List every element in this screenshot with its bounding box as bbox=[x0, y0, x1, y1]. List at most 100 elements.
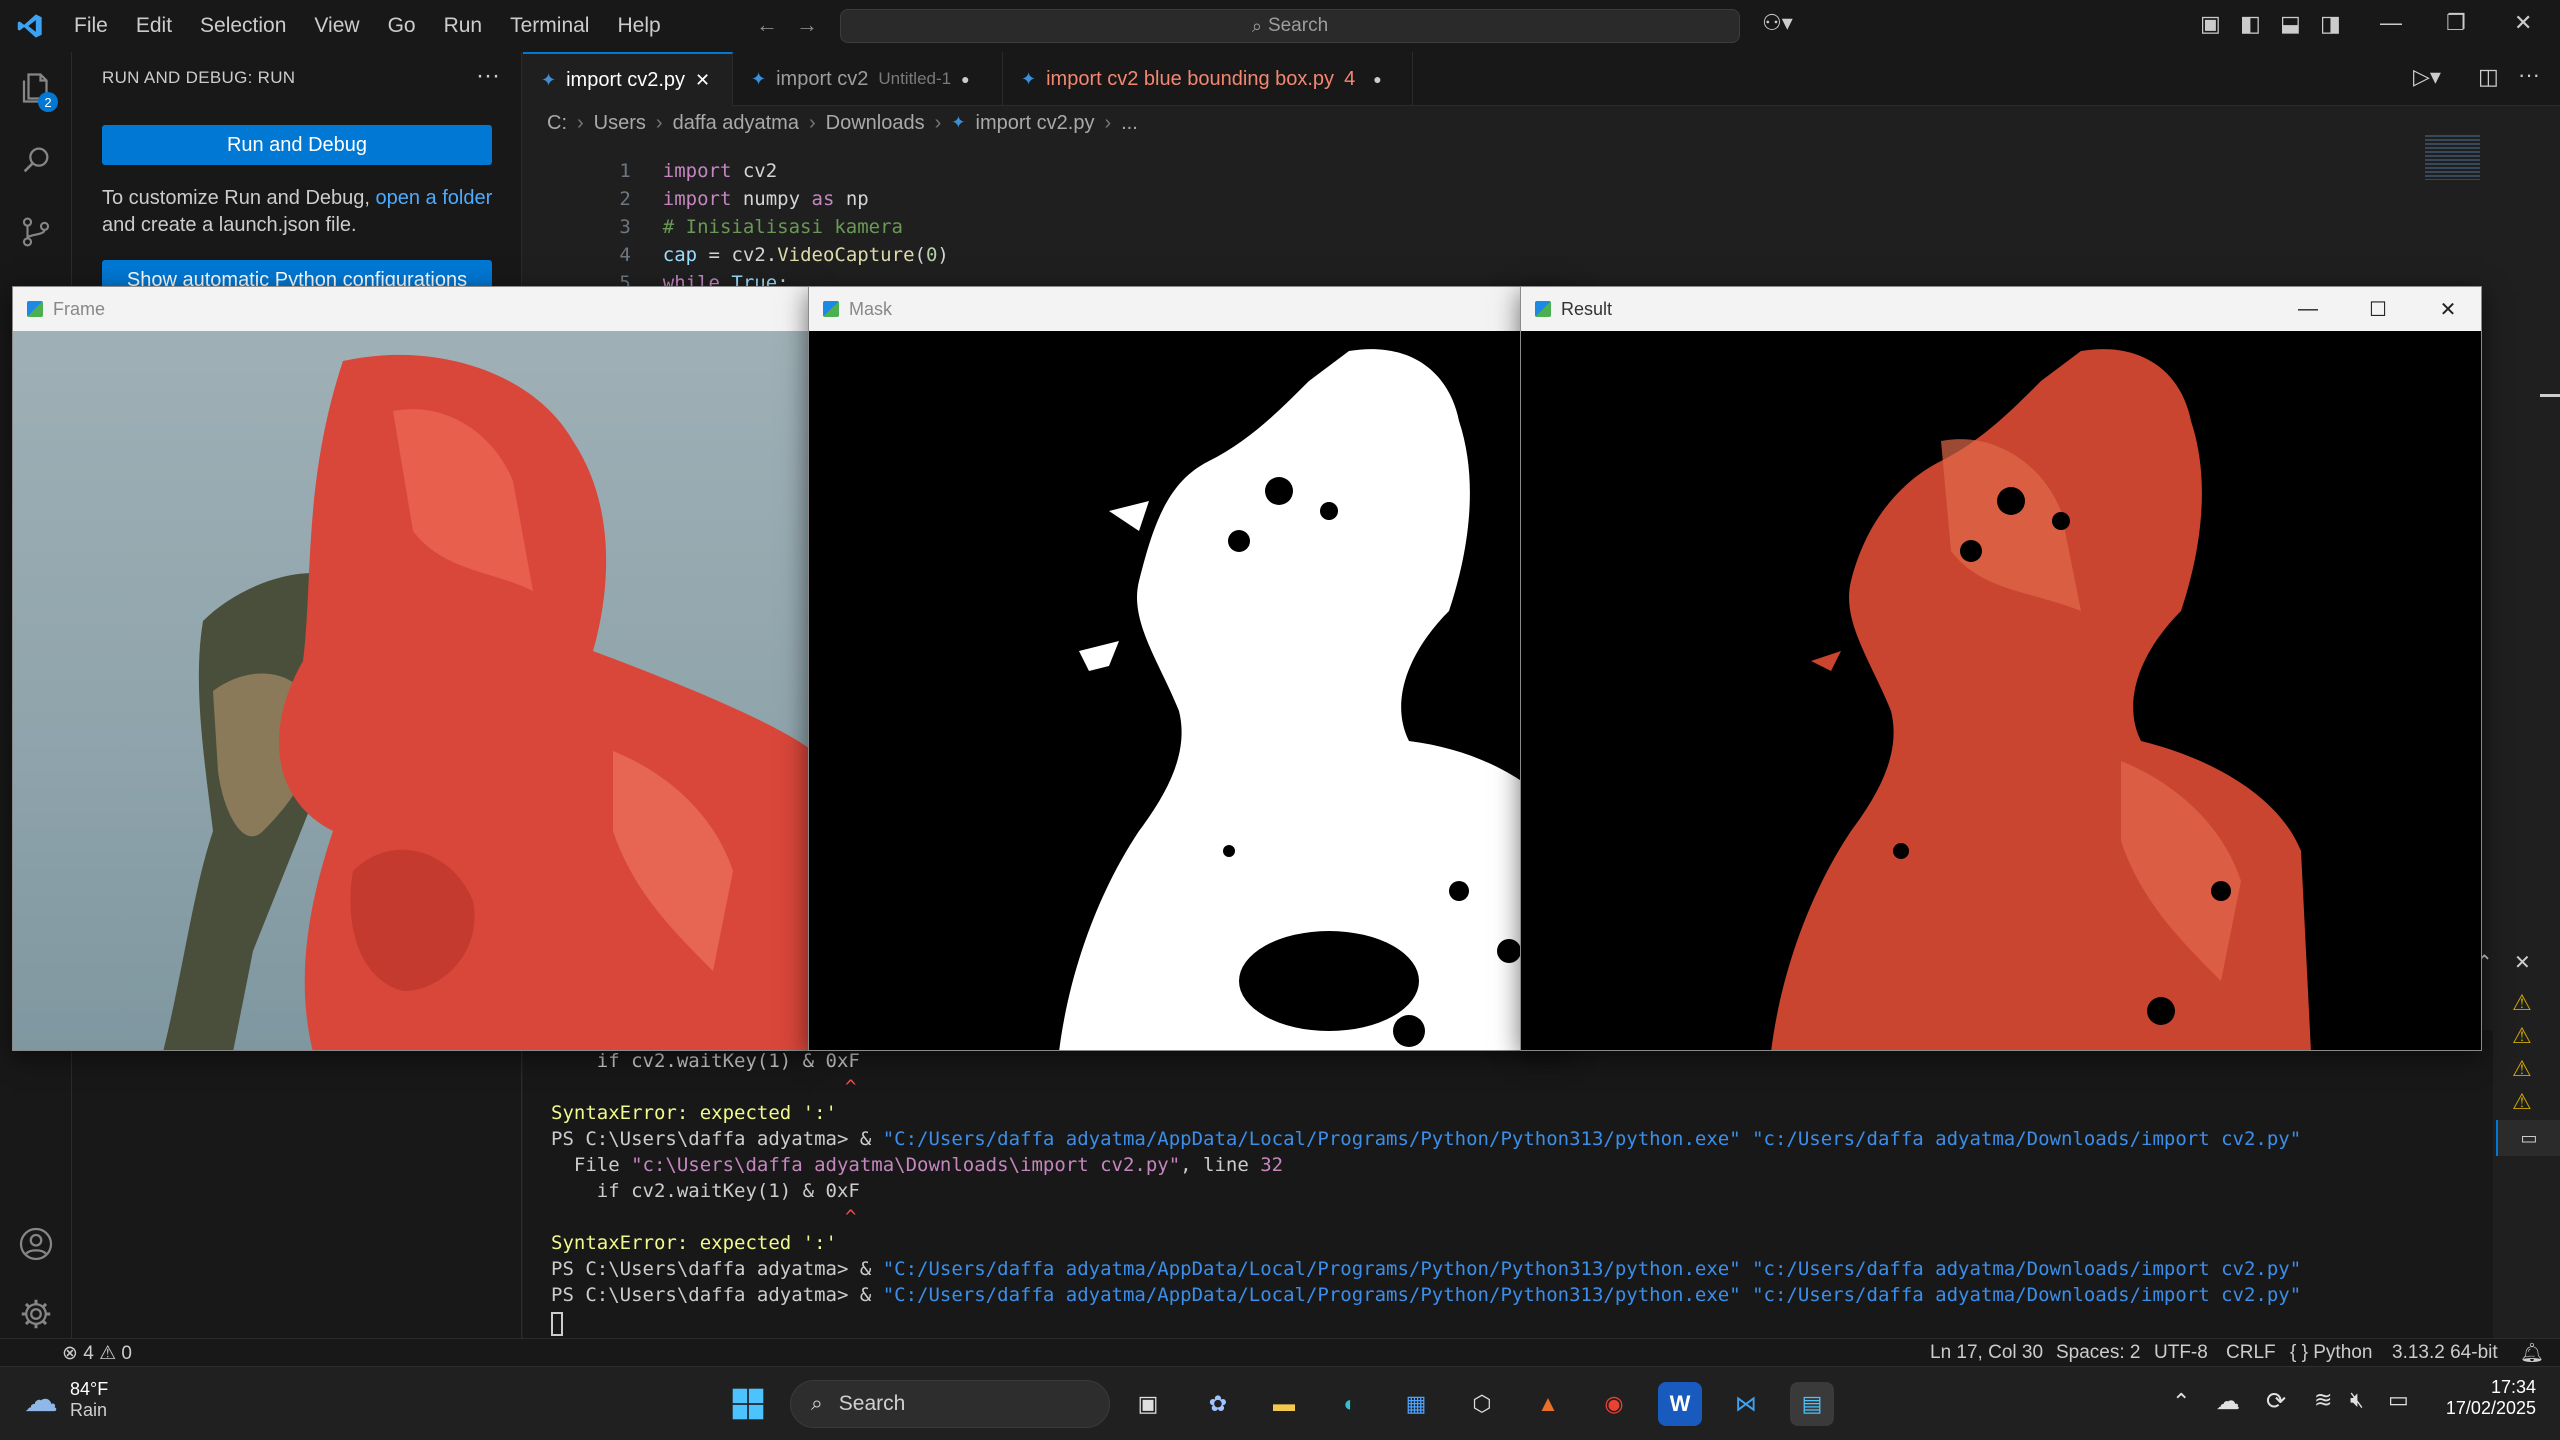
tab-import-cv2-py[interactable]: ✦ import cv2.py ✕ bbox=[523, 52, 733, 106]
toggle-sidebar-icon[interactable]: ◧ bbox=[2240, 11, 2261, 37]
back-arrow-icon[interactable]: ← bbox=[756, 12, 778, 38]
customize-layout-icon[interactable]: ▣ bbox=[2200, 11, 2221, 37]
cursor-position[interactable]: Ln 17, Col 30 bbox=[1930, 1342, 2043, 1364]
window-titlebar[interactable]: Result — ☐ ✕ bbox=[1521, 287, 2481, 331]
menu-go[interactable]: Go bbox=[374, 0, 430, 52]
unsaved-dot-icon[interactable]: ● bbox=[961, 71, 969, 87]
tab-untitled[interactable]: ✦ import cv2 Untitled-1 ● bbox=[733, 52, 1003, 106]
python-interpreter[interactable]: 3.13.2 64-bit bbox=[2392, 1342, 2498, 1364]
unity-icon[interactable]: ⬡ bbox=[1460, 1382, 1504, 1426]
maximize-icon[interactable]: ☐ bbox=[2343, 287, 2413, 331]
close-panel-icon[interactable]: ✕ bbox=[2514, 950, 2531, 975]
menu-view[interactable]: View bbox=[300, 0, 373, 52]
more-actions-icon[interactable]: ··· bbox=[476, 62, 500, 90]
menu-file[interactable]: File bbox=[60, 0, 122, 52]
restore-icon[interactable]: ❐ bbox=[2446, 10, 2466, 36]
menu-help[interactable]: Help bbox=[603, 0, 674, 52]
command-center-search[interactable]: ⌕ Search bbox=[840, 9, 1740, 43]
copilot-app-icon[interactable]: ✿ bbox=[1196, 1382, 1240, 1426]
explorer-icon[interactable]: 2 bbox=[0, 52, 72, 124]
scrollbar-marker[interactable] bbox=[2540, 394, 2560, 397]
vscode-taskbar-icon[interactable]: ⋈ bbox=[1724, 1382, 1768, 1426]
show-hidden-icons-icon[interactable]: ⌃ bbox=[2172, 1389, 2190, 1415]
minimap[interactable] bbox=[2425, 135, 2480, 180]
wifi-icon[interactable]: ≋ bbox=[2314, 1387, 2332, 1413]
terminal-line: SyntaxError: expected ':' bbox=[551, 1102, 837, 1124]
sidebar-title: RUN AND DEBUG: RUN bbox=[102, 68, 296, 87]
taskbar-search-label: Search bbox=[838, 1392, 906, 1415]
clock-date: 17/02/2025 bbox=[2445, 1398, 2536, 1418]
breadcrumb-item[interactable]: Users bbox=[594, 112, 646, 135]
terminal-line: PS C:\Users\daffa adyatma> & "C:/Users/d… bbox=[551, 1284, 2302, 1306]
task-view-icon[interactable]: ▣ bbox=[1126, 1382, 1170, 1426]
encoding[interactable]: UTF-8 bbox=[2154, 1342, 2208, 1364]
app-icon bbox=[1535, 301, 1551, 317]
forward-arrow-icon[interactable]: → bbox=[796, 12, 818, 38]
notifications-bell-icon[interactable]: 🔔︎ bbox=[2520, 1341, 2544, 1365]
warning-icon[interactable]: ⚠ bbox=[2512, 990, 2532, 1016]
window-titlebar[interactable]: Mask bbox=[809, 287, 1567, 331]
mask-window[interactable]: Mask bbox=[808, 286, 1568, 1051]
language-mode[interactable]: { } Python bbox=[2290, 1342, 2372, 1364]
account-icon[interactable] bbox=[0, 1208, 72, 1280]
menu-terminal[interactable]: Terminal bbox=[496, 0, 603, 52]
file-explorer-icon[interactable]: ▬ bbox=[1262, 1382, 1306, 1426]
run-python-file-icon[interactable]: ▷▾ bbox=[2413, 64, 2441, 90]
terminal-tab-icon[interactable]: ▭ bbox=[2496, 1120, 2560, 1156]
python-opencv-taskbar-icon[interactable]: ▤ bbox=[1790, 1382, 1834, 1426]
clock-time: 17:34 bbox=[2490, 1377, 2536, 1397]
indentation[interactable]: Spaces: 2 bbox=[2056, 1342, 2141, 1364]
source-control-icon[interactable] bbox=[0, 196, 72, 268]
unsaved-dot-icon[interactable]: ● bbox=[1373, 71, 1381, 87]
menu-selection[interactable]: Selection bbox=[186, 0, 300, 52]
onedrive-icon[interactable]: ☁ bbox=[2216, 1387, 2240, 1416]
editor-tab-bar: ✦ import cv2.py ✕ ✦ import cv2 Untitled-… bbox=[523, 52, 2560, 106]
problems-indicator[interactable]: ⊗ 4 ⚠ 0 bbox=[62, 1342, 132, 1365]
terminal-panel[interactable]: if cv2.waitKey(1) & 0xF ^ SyntaxError: e… bbox=[523, 1030, 2493, 1350]
breadcrumb-item[interactable]: ... bbox=[1121, 112, 1138, 135]
menu-run[interactable]: Run bbox=[430, 0, 497, 52]
minimize-icon[interactable]: — bbox=[2273, 287, 2343, 331]
battery-icon[interactable]: ▭ bbox=[2388, 1387, 2409, 1413]
close-icon[interactable]: ✕ bbox=[2514, 10, 2532, 36]
tab-close-icon[interactable]: ✕ bbox=[695, 70, 710, 91]
line-ending[interactable]: CRLF bbox=[2226, 1342, 2276, 1364]
search-icon[interactable] bbox=[0, 124, 72, 196]
copilot-icon[interactable]: ⚇▾ bbox=[1762, 10, 1793, 36]
terminal-line: PS C:\Users\daffa adyatma> & "C:/Users/d… bbox=[551, 1258, 2302, 1280]
breadcrumb-item[interactable]: Downloads bbox=[826, 112, 925, 135]
volume-muted-icon[interactable]: 🔇︎ bbox=[2350, 1387, 2364, 1413]
microsoft-store-icon[interactable]: ▦ bbox=[1394, 1382, 1438, 1426]
result-window[interactable]: Result — ☐ ✕ bbox=[1520, 286, 2482, 1051]
warning-icon[interactable]: ⚠ bbox=[2512, 1023, 2532, 1049]
open-folder-link[interactable]: open a folder bbox=[376, 187, 493, 209]
breadcrumb-item[interactable]: daffa adyatma bbox=[673, 112, 799, 135]
toggle-secondary-sidebar-icon[interactable]: ◨ bbox=[2320, 11, 2341, 37]
warning-icon[interactable]: ⚠ bbox=[2512, 1089, 2532, 1115]
menu-edit[interactable]: Edit bbox=[122, 0, 186, 52]
warning-icon[interactable]: ⚠ bbox=[2512, 1056, 2532, 1082]
code-line: 1 import cv2 bbox=[619, 160, 778, 182]
chrome-icon[interactable]: ◉ bbox=[1592, 1382, 1636, 1426]
sync-icon[interactable]: ⟳ bbox=[2266, 1387, 2286, 1416]
start-windows-icon[interactable] bbox=[726, 1382, 770, 1426]
weather-widget[interactable]: ☁ 84°F Rain bbox=[24, 1379, 108, 1421]
tab-blue-bounding-box[interactable]: ✦ import cv2 blue bounding box.py 4 ● bbox=[1003, 52, 1413, 106]
taskbar-search-box[interactable]: ⌕ Search bbox=[790, 1380, 1110, 1428]
run-and-debug-button[interactable]: Run and Debug bbox=[102, 125, 492, 165]
split-editor-icon[interactable]: ◫ bbox=[2478, 64, 2499, 90]
terminal-line: if cv2.waitKey(1) & 0xF bbox=[551, 1180, 860, 1202]
terminal-line: SyntaxError: expected ':' bbox=[551, 1232, 837, 1254]
clock[interactable]: 17:34 17/02/2025 bbox=[2440, 1377, 2536, 1419]
breadcrumb-item[interactable]: C: bbox=[547, 112, 567, 135]
editor-more-actions-icon[interactable]: ··· bbox=[2518, 62, 2540, 88]
word-icon[interactable]: W bbox=[1658, 1382, 1702, 1426]
breadcrumb-item[interactable]: import cv2.py bbox=[976, 112, 1095, 135]
toggle-panel-icon[interactable]: ⬓ bbox=[2280, 11, 2301, 37]
minimize-icon[interactable]: — bbox=[2380, 10, 2402, 36]
edge-browser-icon[interactable]: ◐ bbox=[1328, 1382, 1372, 1426]
window-titlebar[interactable]: Frame bbox=[13, 287, 811, 331]
frame-window[interactable]: Frame bbox=[12, 286, 812, 1051]
matlab-icon[interactable]: ▲ bbox=[1526, 1382, 1570, 1426]
close-icon[interactable]: ✕ bbox=[2413, 287, 2483, 331]
